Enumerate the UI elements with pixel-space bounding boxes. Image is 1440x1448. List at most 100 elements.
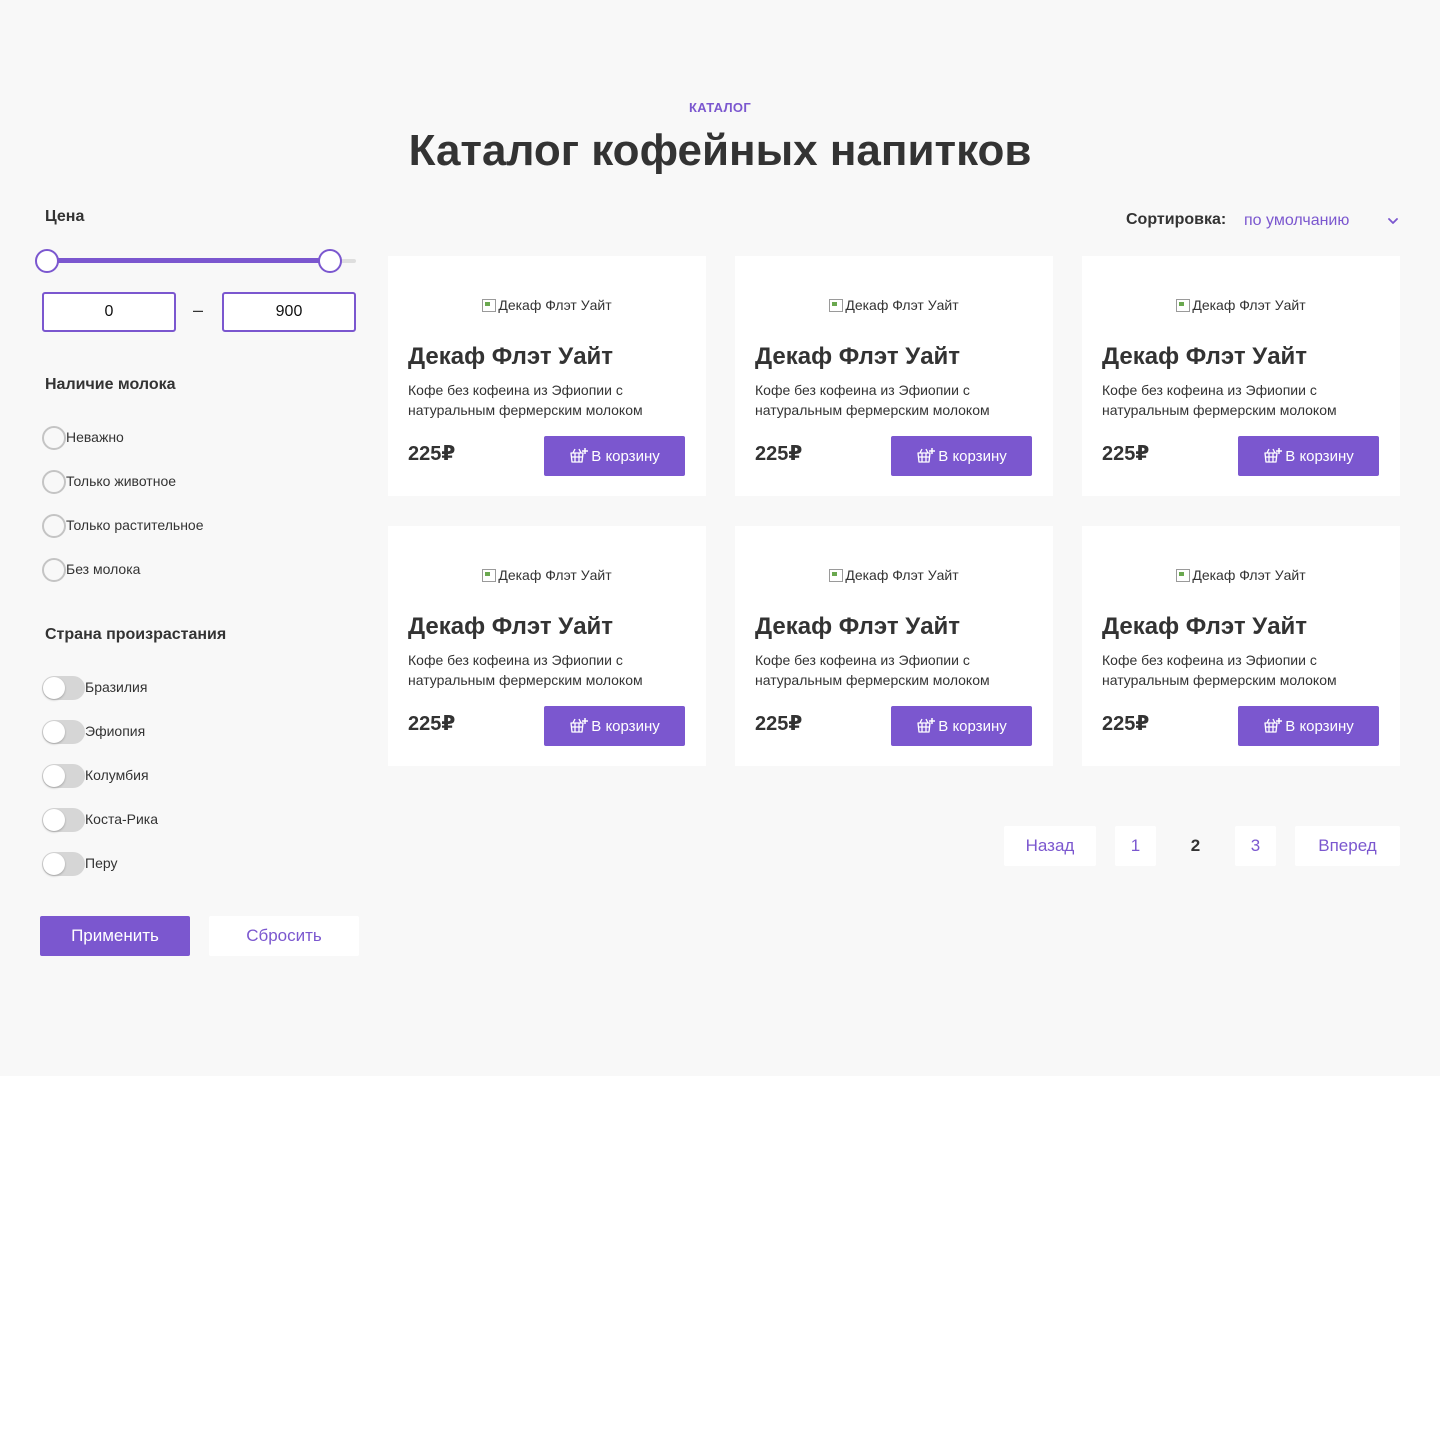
pagination-page-2-current[interactable]: 2 [1175,826,1216,866]
country-toggle-colombia[interactable]: Колумбия [42,763,149,789]
toggle-knob [43,853,65,875]
reset-filters-button[interactable]: Сбросить [209,916,359,956]
price-range-min-handle[interactable] [35,249,59,273]
toggle-switch[interactable] [42,852,85,876]
product-title[interactable]: Декаф Флэт Уайт [408,613,613,641]
radio-button[interactable] [42,514,66,538]
price-filter-heading: Цена [45,208,85,225]
country-toggle-peru[interactable]: Перу [42,851,117,877]
radio-button[interactable] [42,558,66,582]
add-to-cart-label: В корзину [1285,447,1354,465]
toggle-switch[interactable] [42,676,85,700]
add-to-cart-label: В корзину [1285,717,1354,735]
pagination-page-1[interactable]: 1 [1115,826,1156,866]
product-card: Декаф Флэт Уайт Декаф Флэт Уайт Кофе без… [1082,256,1400,496]
toggle-knob [43,809,65,831]
product-title[interactable]: Декаф Флэт Уайт [1102,343,1307,371]
add-to-cart-label: В корзину [591,447,660,465]
radio-label: Без молока [66,561,141,577]
broken-image-icon [482,299,497,312]
broken-image-icon [1176,299,1191,312]
product-title[interactable]: Декаф Флэт Уайт [755,613,960,641]
product-image-alt: Декаф Флэт Уайт [1192,297,1306,313]
page-title: Каталог кофейных напитков [408,126,1032,175]
product-price: 225₽ [408,713,456,735]
sort-label: Сортировка: [1126,211,1227,228]
product-image-alt: Декаф Флэт Уайт [498,567,612,583]
broken-image-icon [1176,569,1191,582]
cart-plus-icon [1264,718,1283,733]
product-card: Декаф Флэт Уайт Декаф Флэт Уайт Кофе без… [388,256,706,496]
broken-image-icon [829,299,844,312]
add-to-cart-button[interactable]: В корзину [1238,706,1379,746]
product-card: Декаф Флэт Уайт Декаф Флэт Уайт Кофе без… [388,526,706,766]
country-filter-heading: Страна произрастания [45,626,227,643]
price-range-max-handle[interactable] [318,249,342,273]
product-title[interactable]: Декаф Флэт Уайт [1102,613,1307,641]
country-toggle-brazil[interactable]: Бразилия [42,675,147,701]
product-image: Декаф Флэт Уайт [388,297,706,313]
radio-button[interactable] [42,426,66,450]
product-price: 225₽ [755,713,803,735]
section-eyebrow: КАТАЛОГ [688,100,752,115]
toggle-label: Бразилия [85,679,148,695]
price-range-fill [47,258,330,263]
milk-option-animal[interactable]: Только животное [42,469,176,495]
add-to-cart-button[interactable]: В корзину [544,436,685,476]
product-description: Кофе без кофеина из Эфиопии с натуральны… [755,382,990,418]
country-toggle-costa-rica[interactable]: Коста-Рика [42,807,158,833]
product-image: Декаф Флэт Уайт [735,297,1053,313]
product-card: Декаф Флэт Уайт Декаф Флэт Уайт Кофе без… [1082,526,1400,766]
toggle-label: Колумбия [85,767,149,783]
cart-plus-icon [1264,448,1283,463]
product-image: Декаф Флэт Уайт [735,567,1053,583]
cart-plus-icon [570,448,589,463]
radio-label: Только животное [66,473,177,489]
broken-image-icon [482,569,497,582]
product-title[interactable]: Декаф Флэт Уайт [755,343,960,371]
product-image: Декаф Флэт Уайт [1082,567,1400,583]
cart-plus-icon [917,718,936,733]
cart-plus-icon [917,448,936,463]
price-range-dash: – [193,300,204,320]
radio-button[interactable] [42,470,66,494]
toggle-switch[interactable] [42,808,85,832]
milk-option-any[interactable]: Неважно [42,425,124,451]
product-image: Декаф Флэт Уайт [1082,297,1400,313]
pagination-next-button[interactable]: Вперед [1295,826,1400,866]
add-to-cart-button[interactable]: В корзину [1238,436,1379,476]
add-to-cart-label: В корзину [938,717,1007,735]
product-image-alt: Декаф Флэт Уайт [845,297,959,313]
product-price: 225₽ [1102,713,1150,735]
add-to-cart-button[interactable]: В корзину [891,436,1032,476]
pagination-prev-button[interactable]: Назад [1004,826,1096,866]
chevron-down-icon [1388,218,1398,224]
product-description: Кофе без кофеина из Эфиопии с натуральны… [755,652,990,688]
milk-option-none[interactable]: Без молока [42,557,140,583]
product-image: Декаф Флэт Уайт [388,567,706,583]
product-description: Кофе без кофеина из Эфиопии с натуральны… [1102,382,1337,418]
toggle-knob [43,677,65,699]
product-image-alt: Декаф Флэт Уайт [498,297,612,313]
radio-label: Только растительное [66,517,204,533]
milk-option-plant[interactable]: Только растительное [42,513,204,539]
sort-select[interactable]: по умолчанию [1244,209,1400,233]
toggle-label: Эфиопия [85,723,146,739]
price-min-input[interactable] [42,292,176,332]
milk-filter-heading: Наличие молока [45,376,176,393]
product-title[interactable]: Декаф Флэт Уайт [408,343,613,371]
product-image-alt: Декаф Флэт Уайт [1192,567,1306,583]
add-to-cart-button[interactable]: В корзину [544,706,685,746]
product-card: Декаф Флэт Уайт Декаф Флэт Уайт Кофе без… [735,526,1053,766]
price-max-input[interactable] [222,292,356,332]
toggle-switch[interactable] [42,720,85,744]
country-toggle-ethiopia[interactable]: Эфиопия [42,719,145,745]
product-description: Кофе без кофеина из Эфиопии с натуральны… [408,652,643,688]
toggle-switch[interactable] [42,764,85,788]
product-price: 225₽ [1102,443,1150,465]
toggle-knob [43,765,65,787]
pagination-page-3[interactable]: 3 [1235,826,1276,866]
product-price: 225₽ [408,443,456,465]
apply-filters-button[interactable]: Применить [40,916,190,956]
add-to-cart-button[interactable]: В корзину [891,706,1032,746]
